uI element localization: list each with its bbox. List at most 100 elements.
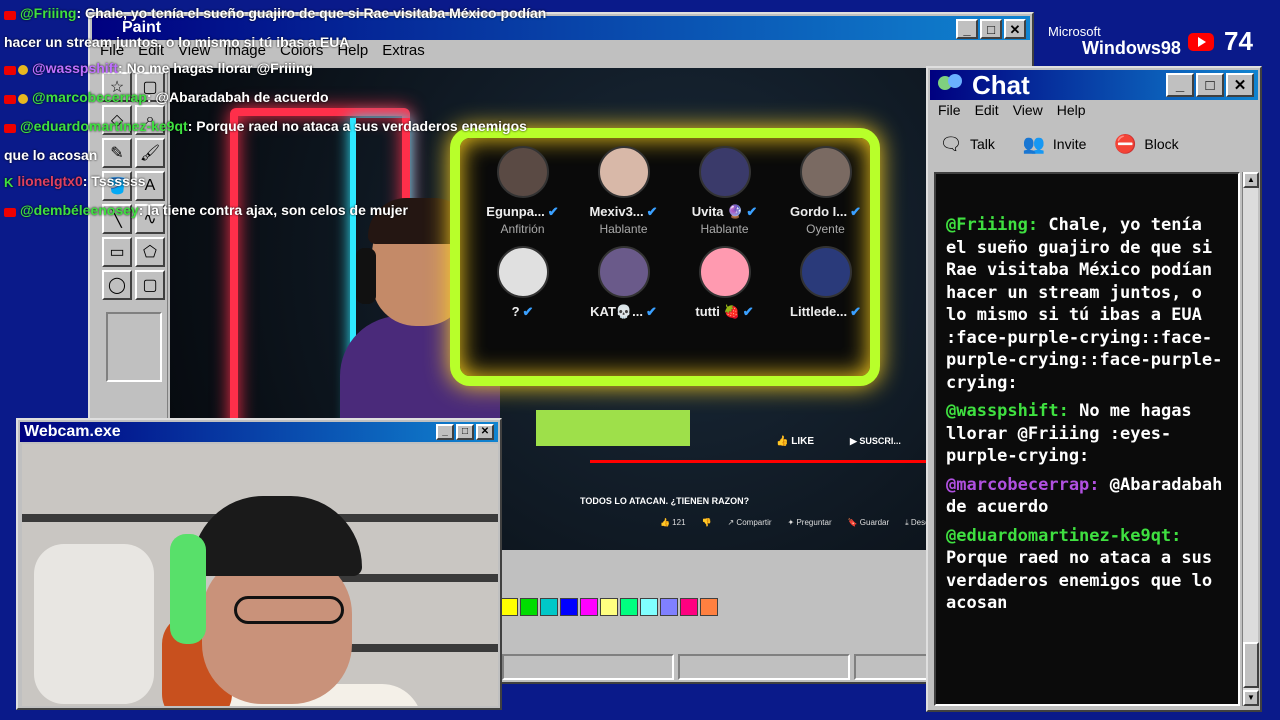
palette-swatch[interactable] [680,598,698,616]
youtube-badge-icon [4,123,16,133]
minimize-button[interactable]: _ [956,19,978,39]
scroll-up-icon[interactable]: ▲ [1243,172,1259,188]
webcam-titlebar[interactable]: Webcam.exe _ □ ✕ [20,422,498,442]
video-progress[interactable] [590,460,960,463]
paint-tool-12-icon[interactable]: ◯ [102,270,132,300]
viewer-count-number: 74 [1224,26,1253,56]
palette-swatch[interactable] [560,598,578,616]
user-badges [4,3,16,29]
chat-toolbar: 🗨 Talk 👥 Invite ⛔ Block [938,132,1179,156]
participant-avatar [698,146,751,198]
verified-icon: ✔ [746,204,758,219]
user-badges [4,200,16,226]
palette-swatch[interactable] [540,598,558,616]
overlay-chat-line: @marcobecerrap: @Abaradabah de acuerdo [4,84,564,113]
participant-card[interactable]: tutti 🍓 ✔ [674,246,775,320]
participant-card[interactable]: Mexiv3... ✔ Hablante [573,146,674,236]
participant-role: Oyente [806,222,845,236]
overlay-chat-line: Klionelgtx0: Tssssss [4,168,564,197]
verified-icon: ✔ [850,304,861,319]
chat-text: Porque raed no ataca a sus verdaderos en… [946,548,1213,613]
video-action-button[interactable]: 👍 121 [660,518,686,528]
participant-card[interactable]: Littlede... ✔ [775,246,876,320]
overlay-username: @eduardomartinez-ke9qt [20,118,188,134]
overlay-text: hacer un stream juntos, o lo mismo si tú… [4,34,350,50]
chat-menu-help[interactable]: Help [1057,102,1086,118]
chat-titlebar[interactable]: Chat _ □ ✕ [930,70,1258,100]
video-action-button[interactable]: ↗ Compartir [728,518,772,528]
overlay-username: @Friiing [20,5,77,21]
palette-swatch[interactable] [500,598,518,616]
chat-username[interactable]: @eduardomartinez-ke9qt: [946,526,1181,546]
youtube-badge-icon [4,207,16,217]
youtube-icon [1188,32,1214,51]
chat-username[interactable]: @Friiing: [946,215,1038,235]
like-overlay: 👍 LIKE [776,436,815,447]
overlay-text: que lo acosan [4,147,98,163]
participant-avatar [496,246,549,298]
chat-menu-file[interactable]: File [938,102,961,118]
overlay-text: : la tiene contra ajax, son celos de muj… [138,202,408,218]
scroll-thumb[interactable] [1243,642,1259,688]
chat-message: @Friiing: Chale, yo tenía el sueño guaji… [946,214,1230,394]
invite-icon: 👥 [1022,133,1046,154]
palette-swatch[interactable] [700,598,718,616]
overlay-chat-line: @eduardomartinez-ke9qt: Porque raed no a… [4,113,564,142]
sticky-note [536,410,690,446]
chat-username[interactable]: @marcobecerrap: [946,475,1100,495]
participant-card[interactable]: ? ✔ [472,246,573,320]
close-button[interactable]: ✕ [476,424,494,440]
palette-swatch[interactable] [640,598,658,616]
webcam-person [142,484,442,706]
windows-label: Windows98 [1082,38,1181,58]
chat-window: Chat _ □ ✕ File Edit View Help 🗨 Talk 👥 Invite… [926,66,1262,712]
youtube-badge-icon [4,94,16,104]
block-icon: ⛔ [1114,133,1137,154]
palette-swatch[interactable] [660,598,678,616]
chat-messages: @Friiing: Chale, yo tenía el sueño guaji… [934,172,1240,706]
toolbar-label: Block [1144,136,1179,152]
minimize-button[interactable]: _ [1166,73,1194,97]
palette-swatch[interactable] [620,598,638,616]
toolbar-label: Invite [1052,136,1087,152]
chat-username[interactable]: @wasspshift: [946,401,1069,421]
tool-options[interactable] [106,312,162,382]
participant-name: Mexiv3... ✔ [589,204,658,219]
chat-menu-view[interactable]: View [1013,102,1043,118]
video-action-button[interactable]: 🔖 Guardar [848,518,890,528]
talk-button[interactable]: 🗨 Talk [938,132,995,156]
webcam-window: Webcam.exe _ □ ✕ [16,418,502,710]
participant-name: ? ✔ [511,304,534,319]
maximize-button[interactable]: □ [456,424,474,440]
chat-menu-edit[interactable]: Edit [975,102,999,118]
palette-swatch[interactable] [580,598,598,616]
palette-swatch[interactable] [520,598,538,616]
palette-swatch[interactable] [600,598,618,616]
video-action-button[interactable]: ✦ Preguntar [788,518,832,528]
maximize-button[interactable]: □ [980,19,1002,39]
block-button[interactable]: ⛔ Block [1112,132,1178,156]
paint-tool-13-icon[interactable]: ▢ [135,270,165,300]
video-action-button[interactable]: 👎 [702,518,712,528]
close-button[interactable]: ✕ [1004,19,1026,39]
maximize-button[interactable]: □ [1196,73,1224,97]
minimize-button[interactable]: _ [436,424,454,440]
close-button[interactable]: ✕ [1226,73,1254,97]
paint-tool-10-icon[interactable]: ▭ [102,237,132,267]
chat-message: @eduardomartinez-ke9qt: Porque raed no a… [946,525,1230,615]
participant-card[interactable]: Uvita 🔮 ✔ Hablante [674,146,775,236]
scroll-down-icon[interactable]: ▼ [1243,690,1259,706]
chat-scrollbar[interactable]: ▲ ▼ [1242,172,1259,706]
overlay-username: @dembéleenosey [20,202,139,218]
member-badge-icon [18,65,28,76]
verified-icon: ✔ [646,204,658,219]
paint-tool-11-icon[interactable]: ⬠ [135,237,165,267]
participant-avatar [597,146,650,198]
overlay-username: lionelgtx0 [17,173,83,189]
participant-card[interactable]: Gordo I... ✔ Oyente [775,146,876,236]
webcam-feed [22,444,498,706]
user-badges [4,116,16,142]
participant-card[interactable]: KAT💀... ✔ [573,246,674,320]
invite-button[interactable]: 👥 Invite [1021,132,1087,156]
chat-title: Chat [972,70,1030,100]
